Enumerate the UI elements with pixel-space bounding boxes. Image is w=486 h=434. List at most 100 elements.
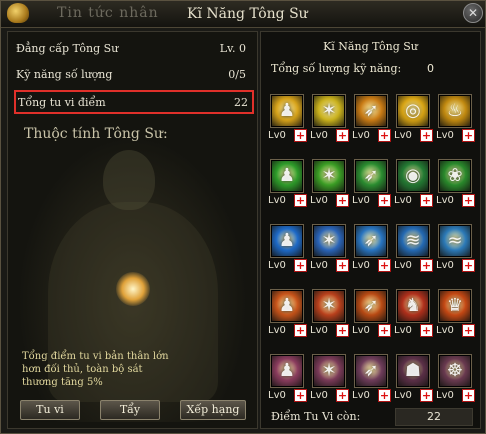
arrow-strike-icon[interactable]: ➶ (354, 354, 388, 388)
skill-level: Lv0 (352, 195, 370, 206)
skill-level: Lv0 (352, 260, 370, 271)
skill-slot: ✶ Lv0 + (310, 224, 349, 286)
add-point-icon[interactable]: + (378, 194, 391, 207)
fire-crown-icon-glyph: ♛ (446, 295, 464, 316)
arrow-strike-icon[interactable]: ➶ (354, 224, 388, 258)
arrow-strike-icon-glyph: ➶ (363, 360, 379, 381)
add-point-icon[interactable]: + (420, 259, 433, 272)
skill-level: Lv0 (310, 325, 328, 336)
warrior-icon-glyph: ♟ (278, 100, 296, 121)
sage-icon-glyph: ☸ (446, 360, 464, 381)
add-point-icon[interactable]: + (378, 129, 391, 142)
warrior-icon[interactable]: ♟ (270, 354, 304, 388)
fire-crown-icon[interactable]: ♛ (438, 289, 472, 323)
cultivate-button[interactable]: Tu vi (20, 400, 80, 420)
spiral-icon[interactable]: ◎ (396, 94, 430, 128)
skill-level: Lv0 (436, 130, 454, 141)
warrior-icon[interactable]: ♟ (270, 289, 304, 323)
glowing-orb (116, 272, 150, 306)
flame-fan-icon-glyph: ♨ (446, 100, 464, 121)
skill-level: Lv0 (268, 260, 286, 271)
sage-icon[interactable]: ☸ (438, 354, 472, 388)
skill-slot: ➶ Lv0 + (352, 354, 391, 416)
add-point-icon[interactable]: + (294, 389, 307, 402)
warrior-icon[interactable]: ♟ (270, 224, 304, 258)
add-point-icon[interactable]: + (462, 389, 475, 402)
lotus-icon[interactable]: ❀ (438, 159, 472, 193)
blade-burst-icon-glyph: ✶ (321, 295, 337, 316)
skill-slot: ≋ Lv0 + (394, 224, 433, 286)
orb-ring-icon[interactable]: ◉ (396, 159, 430, 193)
skill-slot: ◎ Lv0 + (394, 94, 433, 156)
add-point-icon[interactable]: + (420, 129, 433, 142)
demon-icon[interactable]: ♞ (396, 289, 430, 323)
arrow-strike-icon-glyph: ➶ (363, 230, 379, 251)
skill-slot: ✶ Lv0 + (310, 289, 349, 351)
arrow-strike-icon[interactable]: ➶ (354, 289, 388, 323)
skill-level: Lv0 (394, 195, 412, 206)
warrior-icon[interactable]: ♟ (270, 94, 304, 128)
master-level-row: Đẳng cấp Tông Sư Lv. 0 (14, 38, 250, 60)
skill-level: Lv0 (310, 260, 328, 271)
add-point-icon[interactable]: + (378, 259, 391, 272)
add-point-icon[interactable]: + (420, 324, 433, 337)
skill-slot: ✶ Lv0 + (310, 159, 349, 221)
tornado-icon[interactable]: ≋ (396, 224, 430, 258)
add-point-icon[interactable]: + (294, 259, 307, 272)
add-point-icon[interactable]: + (336, 389, 349, 402)
blade-burst-icon[interactable]: ✶ (312, 289, 346, 323)
tab-character-info[interactable]: Tin tức nhân (57, 5, 159, 21)
arrow-strike-icon[interactable]: ➶ (354, 94, 388, 128)
skill-level: Lv0 (352, 390, 370, 401)
wave-icon[interactable]: ≈ (438, 224, 472, 258)
add-point-icon[interactable]: + (462, 129, 475, 142)
skill-slot: ➶ Lv0 + (352, 159, 391, 221)
close-icon[interactable]: ✕ (463, 3, 483, 23)
arrow-strike-icon[interactable]: ➶ (354, 159, 388, 193)
blade-burst-icon[interactable]: ✶ (312, 354, 346, 388)
emblem-icon (7, 3, 29, 23)
skill-slot: ◉ Lv0 + (394, 159, 433, 221)
demon-icon-glyph: ♞ (404, 295, 422, 316)
skill-slot: ♞ Lv0 + (394, 289, 433, 351)
spiral-icon-glyph: ◎ (405, 100, 421, 121)
total-cultivation-row: Tổng tu vi điểm 22 (14, 90, 254, 114)
skill-slot: ➶ Lv0 + (352, 94, 391, 156)
reset-button[interactable]: Tẩy (100, 400, 160, 420)
add-point-icon[interactable]: + (336, 129, 349, 142)
skill-level: Lv0 (352, 325, 370, 336)
blade-burst-icon[interactable]: ✶ (312, 224, 346, 258)
skill-slot: ☸ Lv0 + (436, 354, 475, 416)
skill-slot: ♟ Lv0 + (268, 224, 307, 286)
add-point-icon[interactable]: + (462, 194, 475, 207)
mask-icon[interactable]: ☗ (396, 354, 430, 388)
add-point-icon[interactable]: + (294, 129, 307, 142)
add-point-icon[interactable]: + (378, 324, 391, 337)
warrior-icon-glyph: ♟ (278, 165, 296, 186)
skill-level: Lv0 (310, 390, 328, 401)
add-point-icon[interactable]: + (420, 389, 433, 402)
add-point-icon[interactable]: + (378, 389, 391, 402)
flame-fan-icon[interactable]: ♨ (438, 94, 472, 128)
right-panel: Kĩ Năng Tông Sư Tổng số lượng kỹ năng: 0… (260, 31, 481, 429)
add-point-icon[interactable]: + (336, 324, 349, 337)
add-point-icon[interactable]: + (294, 194, 307, 207)
warrior-icon-glyph: ♟ (278, 295, 296, 316)
ranking-button[interactable]: Xếp hạng (180, 400, 246, 420)
arrow-strike-icon-glyph: ➶ (363, 165, 379, 186)
left-panel: Đẳng cấp Tông Sư Lv. 0 Kỹ năng số lượng … (7, 31, 258, 429)
warrior-icon[interactable]: ♟ (270, 159, 304, 193)
skill-slot: ♟ Lv0 + (268, 94, 307, 156)
add-point-icon[interactable]: + (420, 194, 433, 207)
bonus-note: Tổng điểm tu vi bản thân lớn hơn đối thủ… (22, 350, 242, 389)
add-point-icon[interactable]: + (462, 324, 475, 337)
add-point-icon[interactable]: + (294, 324, 307, 337)
add-point-icon[interactable]: + (336, 194, 349, 207)
add-point-icon[interactable]: + (462, 259, 475, 272)
skill-level: Lv0 (268, 130, 286, 141)
blade-burst-icon[interactable]: ✶ (312, 94, 346, 128)
blade-burst-icon[interactable]: ✶ (312, 159, 346, 193)
skill-slot: ♟ Lv0 + (268, 159, 307, 221)
add-point-icon[interactable]: + (336, 259, 349, 272)
remaining-points-value: 22 (395, 408, 473, 426)
